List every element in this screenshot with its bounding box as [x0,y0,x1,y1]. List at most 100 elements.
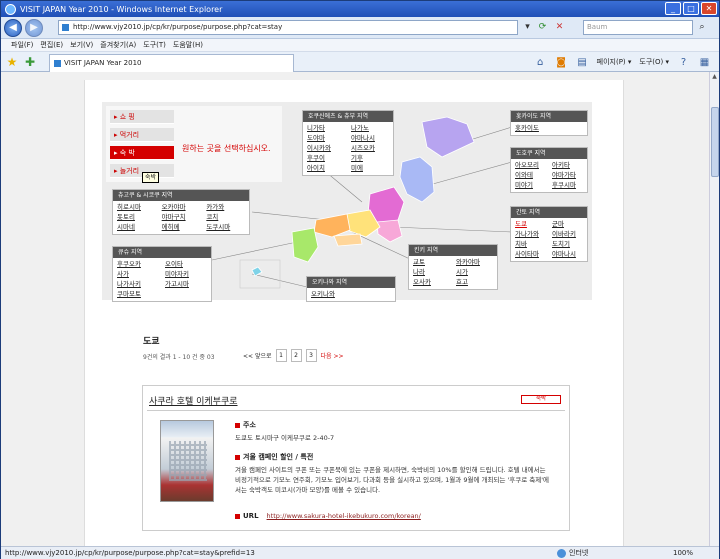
help-icon[interactable]: ? [677,56,690,69]
pref-link[interactable]: 와카야마 [456,258,493,267]
pref-link[interactable]: 미야기 [515,181,546,190]
pref-link[interactable]: 오키나와 [311,290,391,299]
pref-link[interactable]: 효고 [456,278,493,287]
print-icon[interactable]: ▤ [576,56,589,69]
pref-link[interactable]: 가고시마 [165,280,207,289]
url-field[interactable]: http://www.vjy2010.jp/cp/kr/purpose/purp… [58,20,518,35]
window-controls: _ □ ✕ [665,2,717,15]
page-1-button[interactable]: 1 [275,349,287,362]
pref-link[interactable]: 시마네 [117,223,156,232]
pref-link[interactable]: 돗토리 [117,213,156,222]
category-shopping[interactable]: ▸ 쇼 핑 [110,110,174,124]
region-hokkaido: 홋카이도 지역 홋카이도 [510,110,588,136]
pref-link[interactable]: 나가사키 [117,280,159,289]
pref-link[interactable]: 오이타 [165,260,207,269]
pref-link[interactable]: 후쿠시마 [552,181,583,190]
favorites-star-icon[interactable]: ★ [5,55,19,69]
forward-arrow-icon[interactable]: ▶ [25,19,43,37]
scroll-up-icon[interactable]: ▲ [710,72,719,81]
pref-link[interactable]: 시가 [456,268,493,277]
tab-visit-japan[interactable]: VISIT JAPAN Year 2010 [49,54,294,72]
search-input[interactable]: Baum [583,20,693,35]
pref-link[interactable]: 아키타 [552,161,583,170]
pref-link[interactable]: 코치 [206,213,245,222]
pref-link[interactable]: 야마구치 [162,213,201,222]
scroll-thumb[interactable] [711,107,719,177]
pref-link[interactable]: 아오모리 [515,161,546,170]
pref-link[interactable]: 야마나시 [351,134,389,143]
pref-link[interactable]: 니가타 [307,124,345,133]
pref-link[interactable]: 야마가타 [552,171,583,180]
dropdown-icon[interactable]: ▾ [521,21,534,34]
menu-edit[interactable]: 편집(E) [40,39,63,51]
pref-link[interactable]: 후쿠이 [307,154,345,163]
back-arrow-icon[interactable]: ◀ [4,19,22,37]
pref-link[interactable]: 홋카이도 [515,124,583,133]
pref-link[interactable]: 에히메 [162,223,201,232]
pref-link[interactable]: 치바 [515,240,546,249]
pref-link[interactable]: 나가노 [351,124,389,133]
pref-link[interactable]: 히로시마 [117,203,156,212]
tooltip: 숙박 [142,172,160,183]
pref-link[interactable]: 미에 [351,164,389,173]
pref-link[interactable]: 도치기 [552,240,583,249]
pref-link[interactable]: 이시카와 [307,144,345,153]
pref-link[interactable]: 사가 [117,270,159,279]
hotel-name-link[interactable]: 사쿠라 호텔 이케부쿠로 [149,394,238,407]
tools-menu-button[interactable]: 도구(O) ▾ [639,55,669,69]
add-favorite-icon[interactable]: ✚ [23,55,37,69]
address-label: 주소 [235,420,553,430]
rss-feed-icon[interactable]: ◙ [555,56,568,69]
page-2-button[interactable]: 2 [290,349,302,362]
menu-file[interactable]: 파일(F) [11,39,33,51]
next-page-link[interactable]: 다음 >> [321,351,344,360]
region-title: 홋카이도 지역 [511,111,587,122]
menu-help[interactable]: 도움말(H) [173,39,203,51]
pref-link[interactable]: 후쿠오카 [117,260,159,269]
region-title: 오키나와 지역 [307,277,395,288]
pref-link[interactable]: 야마나시 [552,250,583,259]
divider [147,410,565,411]
maximize-button[interactable]: □ [683,2,699,15]
pref-link[interactable]: 미야자키 [165,270,207,279]
pref-link[interactable]: 이바라키 [552,230,583,239]
page-menu-button[interactable]: 페이지(P) ▾ [597,55,632,69]
pref-link[interactable]: 도야마 [307,134,345,143]
close-button[interactable]: ✕ [701,2,717,15]
hotel-url-link[interactable]: http://www.sakura-hotel-ikebukuro.com/ko… [267,512,421,520]
vertical-scrollbar[interactable]: ▲ [709,72,719,546]
pref-link[interactable]: 가나가와 [515,230,546,239]
menu-favorites[interactable]: 즐겨찾기(A) [100,39,136,51]
pref-link[interactable]: 아이치 [307,164,345,173]
pref-link[interactable]: 도쿠시마 [206,223,245,232]
menu-tools[interactable]: 도구(T) [143,39,166,51]
pref-link[interactable]: 교토 [413,258,450,267]
pref-link[interactable]: 기후 [351,154,389,163]
browser-window: VISIT JAPAN Year 2010 - Windows Internet… [0,0,720,559]
pref-link[interactable]: 이와테 [515,171,546,180]
category-stay[interactable]: ▸ 숙 박 [110,146,174,160]
pref-link[interactable]: 쿠마모토 [117,290,159,299]
pref-link[interactable]: 나라 [413,268,450,277]
minimize-button[interactable]: _ [665,2,681,15]
pref-link[interactable]: 오사카 [413,278,450,287]
home-icon[interactable]: ⌂ [534,56,547,69]
pref-link[interactable]: 오카야마 [162,203,201,212]
category-food[interactable]: ▸ 먹거리 [110,128,174,142]
page-3-button[interactable]: 3 [305,349,317,362]
region-hokushinetsu: 호쿠신에츠 & 츄부 지역 니가타 나가노 도야마 야마나시 이시카와 시즈오카… [302,110,394,176]
pref-link[interactable]: 군마 [552,220,583,229]
zoom-level[interactable]: 100% [673,547,693,559]
search-icon[interactable]: ⌕ [695,20,709,35]
pref-link-tokyo[interactable]: 도쿄 [515,220,546,229]
pref-link[interactable]: 사이타마 [515,250,546,259]
research-icon[interactable]: ▦ [698,56,711,69]
pref-link[interactable]: 카가와 [206,203,245,212]
refresh-icon[interactable]: ⟳ [536,21,549,34]
stop-icon[interactable]: ✕ [553,21,566,34]
prev-page-link[interactable]: << 앞으로 [243,351,272,360]
pref-link[interactable]: 시즈오카 [351,144,389,153]
menu-view[interactable]: 보기(V) [70,39,93,51]
page-favicon-icon [62,24,69,31]
ie-logo-icon [5,3,16,15]
